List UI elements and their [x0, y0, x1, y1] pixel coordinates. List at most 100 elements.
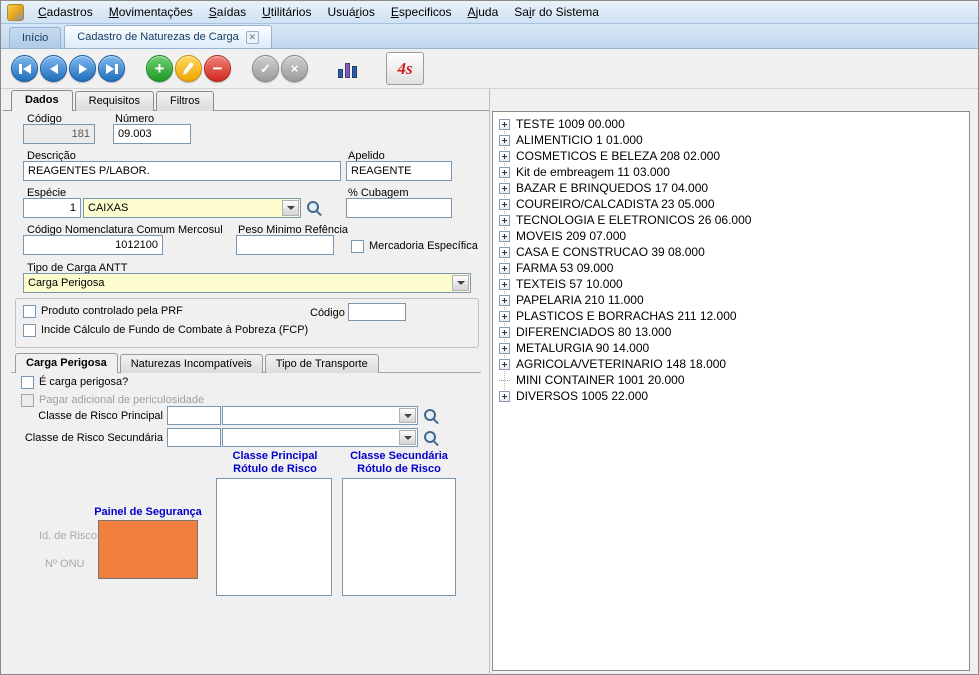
tree-item[interactable]: AGRICOLA/VETERINARIO 148 18.000: [495, 356, 967, 372]
tree-expand-icon[interactable]: [499, 247, 510, 258]
tree-expand-icon[interactable]: [499, 391, 510, 402]
tree-item[interactable]: PLASTICOS E BORRACHAS 211 12.000: [495, 308, 967, 324]
prior-record-button[interactable]: [40, 55, 67, 82]
edit-record-button[interactable]: [175, 55, 202, 82]
especie-combo-dropdown-icon[interactable]: [282, 200, 299, 216]
tab-tipo-de-transporte[interactable]: Tipo de Transporte: [265, 354, 379, 373]
numero-field[interactable]: 09.003: [113, 124, 191, 144]
tree-item[interactable]: PAPELARIA 210 11.000: [495, 292, 967, 308]
menu-item-ajuda[interactable]: Ajuda: [460, 1, 507, 23]
tab-requisitos[interactable]: Requisitos: [75, 91, 154, 111]
tree-item[interactable]: TEXTEIS 57 10.000: [495, 276, 967, 292]
apelido-field[interactable]: REAGENTE: [346, 161, 452, 181]
tab-close-icon[interactable]: [246, 31, 259, 44]
tree-expand-icon[interactable]: [499, 359, 510, 370]
classe-principal-combo[interactable]: [222, 406, 418, 425]
cancel-button[interactable]: ×: [281, 55, 308, 82]
tree-expand-icon[interactable]: [499, 199, 510, 210]
tab-filtros[interactable]: Filtros: [156, 91, 214, 111]
tab-naturezas-incompativeis[interactable]: Naturezas Incompatíveis: [120, 354, 263, 373]
tree-item[interactable]: METALURGIA 90 14.000: [495, 340, 967, 356]
especie-combo-value: CAIXAS: [88, 202, 128, 214]
delete-record-button[interactable]: −: [204, 55, 231, 82]
tipo-carga-combo-dropdown-icon[interactable]: [452, 275, 469, 291]
rotulo-secundaria-listbox[interactable]: [342, 478, 456, 596]
tree-item[interactable]: BAZAR E BRINQUEDOS 17 04.000: [495, 180, 967, 196]
tree-expand-icon[interactable]: [499, 327, 510, 338]
classe-secundaria-search-icon[interactable]: [423, 430, 440, 447]
pagar-adicional-checkbox: Pagar adicional de periculosidade: [21, 393, 204, 407]
tree-item[interactable]: DIVERSOS 1005 22.000: [495, 388, 967, 404]
last-record-button[interactable]: [98, 55, 125, 82]
menu-item-usuarios[interactable]: Usuários: [319, 1, 382, 23]
chart-button[interactable]: [331, 54, 363, 84]
peso-minimo-field[interactable]: [236, 235, 334, 255]
fcp-checkbox[interactable]: Incide Cálculo de Fundo de Combate à Pob…: [23, 323, 308, 337]
fcp-label: Incide Cálculo de Fundo de Combate à Pob…: [41, 324, 308, 336]
next-record-button[interactable]: [69, 55, 96, 82]
tree-item[interactable]: TECNOLOGIA E ELETRONICOS 26 06.000: [495, 212, 967, 228]
especie-code-field[interactable]: 1: [23, 198, 81, 218]
tab-cadastro-naturezas-carga[interactable]: Cadastro de Naturezas de Carga: [64, 25, 271, 48]
tipo-carga-antt-combo[interactable]: Carga Perigosa: [23, 273, 471, 293]
tree-item[interactable]: CASA E CONSTRUCAO 39 08.000: [495, 244, 967, 260]
tree-expand-icon[interactable]: [499, 167, 510, 178]
especie-combo[interactable]: CAIXAS: [83, 198, 301, 218]
classe-secundaria-code-field[interactable]: [167, 428, 221, 447]
first-record-button[interactable]: [11, 55, 38, 82]
tree-item[interactable]: FARMA 53 09.000: [495, 260, 967, 276]
menu-item-utilitarios[interactable]: Utilitários: [254, 1, 319, 23]
menu-item-movimentacoes[interactable]: Movimentações: [101, 1, 201, 23]
tree-expand-icon[interactable]: [499, 263, 510, 274]
tree-item[interactable]: Kit de embreagem 11 03.000: [495, 164, 967, 180]
tree-expand-icon[interactable]: [499, 135, 510, 146]
naturezas-tree-panel: TESTE 1009 00.000ALIMENTICIO 1 01.000COS…: [492, 111, 970, 671]
menu-item-saidas[interactable]: Saídas: [201, 1, 254, 23]
system-logo-button[interactable]: 4s: [386, 52, 424, 85]
prf-checkbox[interactable]: Produto controlado pela PRF: [23, 304, 183, 318]
chevron-down-icon: [457, 281, 465, 285]
prf-codigo-field[interactable]: [348, 303, 406, 321]
tree-item[interactable]: DIFERENCIADOS 80 13.000: [495, 324, 967, 340]
tree-expand-icon[interactable]: [499, 295, 510, 306]
tree-expand-icon[interactable]: [499, 183, 510, 194]
tree-expand-icon[interactable]: [499, 119, 510, 130]
especie-search-icon[interactable]: [306, 200, 323, 217]
tree-expand-icon[interactable]: [499, 231, 510, 242]
menu-item-cadastros[interactable]: Cadastros: [30, 1, 101, 23]
tab-dados[interactable]: Dados: [11, 90, 73, 111]
heading-line: Classe Principal: [215, 450, 335, 463]
tree-expand-icon[interactable]: [499, 279, 510, 290]
tree-item[interactable]: MINI CONTAINER 1001 20.000: [495, 372, 967, 388]
tree-item-label: Kit de embreagem 11 03.000: [514, 165, 672, 179]
tab-carga-perigosa[interactable]: Carga Perigosa: [15, 353, 118, 373]
classe-secundaria-combo[interactable]: [222, 428, 418, 447]
chevron-down-icon: [287, 206, 295, 210]
mercadoria-especifica-checkbox[interactable]: Mercadoria Específica: [351, 239, 478, 253]
tree-expand-icon[interactable]: [499, 215, 510, 226]
tree-item[interactable]: MOVEIS 209 07.000: [495, 228, 967, 244]
cubagem-field[interactable]: [346, 198, 452, 218]
tree-item[interactable]: TESTE 1009 00.000: [495, 116, 967, 132]
ncm-field[interactable]: 1012100: [23, 235, 163, 255]
tree-item[interactable]: COUREIRO/CALCADISTA 23 05.000: [495, 196, 967, 212]
tree-item[interactable]: ALIMENTICIO 1 01.000: [495, 132, 967, 148]
insert-record-button[interactable]: +: [146, 55, 173, 82]
tree-expand-icon[interactable]: [499, 311, 510, 322]
sub-tab-bar: Carga Perigosa Naturezas Incompatíveis T…: [15, 353, 381, 373]
menu-item-especificos[interactable]: Especificos: [383, 1, 460, 23]
tree-expand-icon[interactable]: [499, 343, 510, 354]
classe-principal-dropdown-icon[interactable]: [399, 408, 416, 423]
menu-item-sair[interactable]: Sair do Sistema: [506, 1, 607, 23]
classe-principal-search-icon[interactable]: [423, 408, 440, 425]
e-carga-perigosa-checkbox[interactable]: É carga perigosa?: [21, 375, 128, 389]
classe-principal-code-field[interactable]: [167, 406, 221, 425]
tree-item[interactable]: COSMETICOS E BELEZA 208 02.000: [495, 148, 967, 164]
tree-expand-icon[interactable]: [499, 151, 510, 162]
tab-inicio[interactable]: Início: [9, 27, 61, 48]
classe-secundaria-dropdown-icon[interactable]: [399, 430, 416, 445]
confirm-button[interactable]: ✓: [252, 55, 279, 82]
descricao-field[interactable]: REAGENTES P/LABOR.: [23, 161, 341, 181]
rotulo-principal-listbox[interactable]: [216, 478, 332, 596]
tree-items: TESTE 1009 00.000ALIMENTICIO 1 01.000COS…: [495, 116, 967, 404]
